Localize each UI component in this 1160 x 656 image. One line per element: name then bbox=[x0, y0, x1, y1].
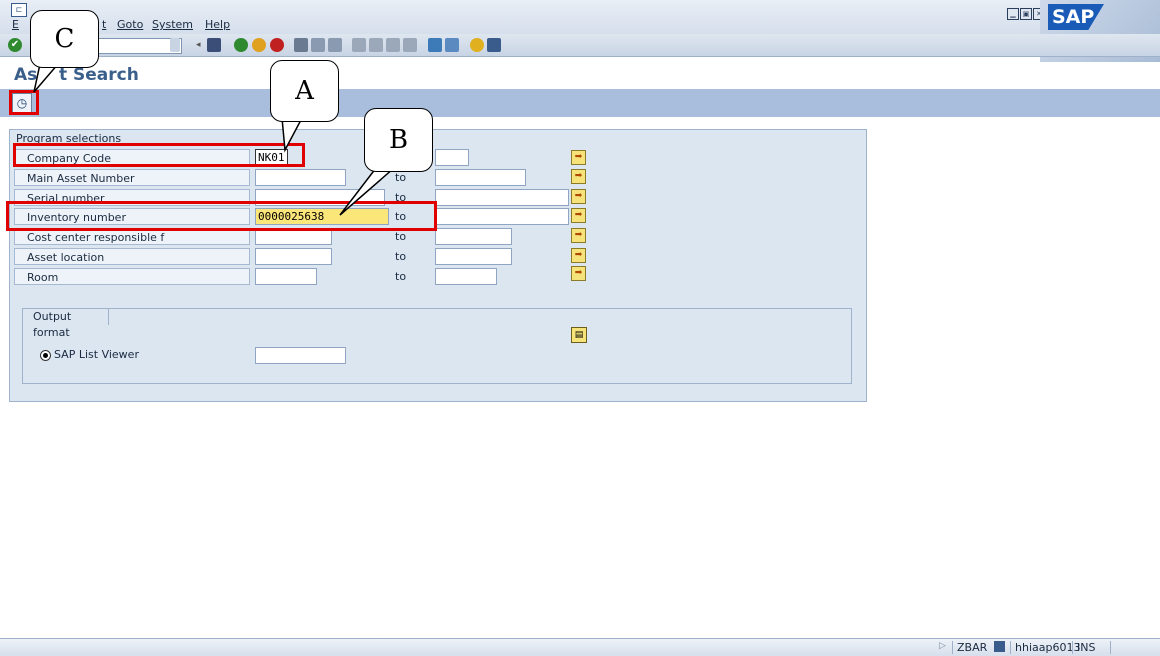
callout-b: B bbox=[364, 108, 433, 172]
callout-b-pointer bbox=[339, 167, 397, 216]
callout-c-pointer bbox=[33, 63, 60, 93]
callout-a: A bbox=[270, 60, 339, 122]
callout-c: C bbox=[30, 10, 99, 68]
callout-pointers bbox=[33, 63, 397, 216]
callout-a-pointer bbox=[281, 117, 304, 153]
